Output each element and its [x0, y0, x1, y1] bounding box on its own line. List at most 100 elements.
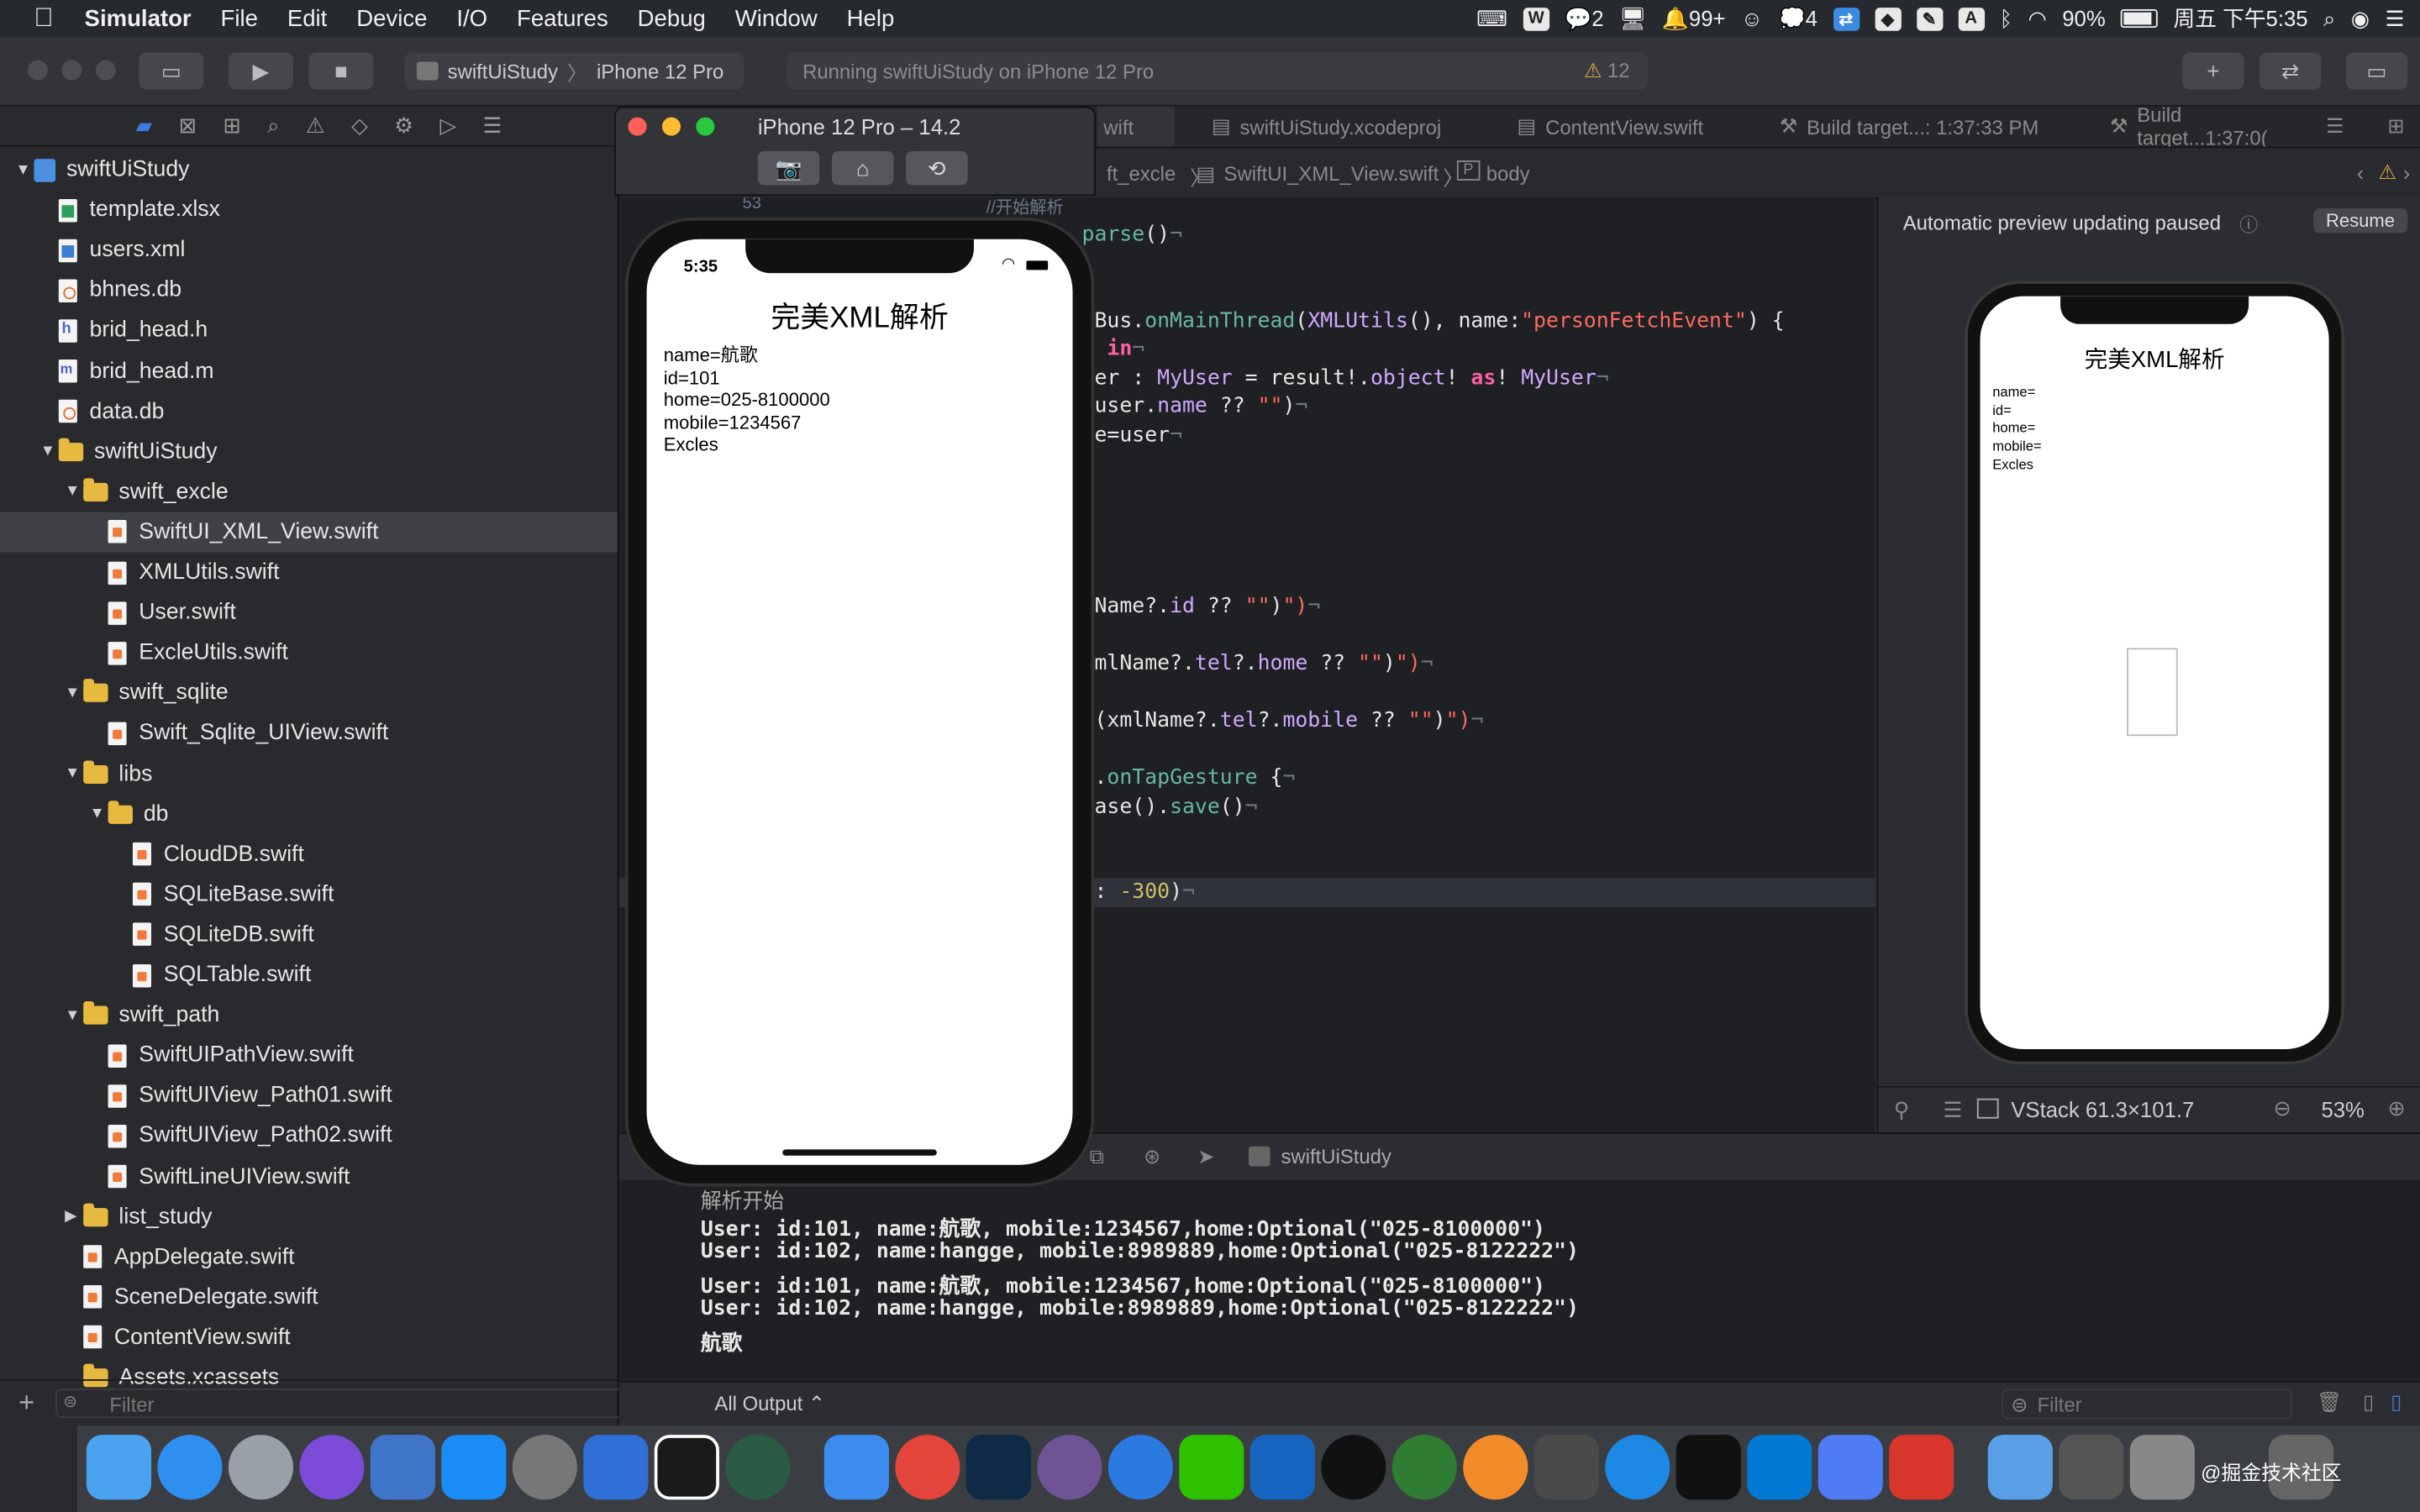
qq-icon[interactable]: [1321, 1435, 1386, 1500]
tab-build-log-1[interactable]: ⚒ Build target...: 1:37:33 PM: [1780, 107, 2039, 147]
iphone-screen[interactable]: 5:35 ◠ 完美XML解析 name=航歌 id=101 home=025-8…: [646, 239, 1073, 1165]
navigator-file[interactable]: XMLUtils.swift: [0, 553, 618, 593]
zoom-in-icon[interactable]: ⊕: [2387, 1095, 2406, 1121]
zoom-level[interactable]: 53%: [2321, 1097, 2364, 1121]
photos-icon[interactable]: [1463, 1435, 1528, 1500]
android-studio-icon[interactable]: [1392, 1435, 1457, 1500]
navigator-file[interactable]: CloudDB.swift: [0, 834, 618, 874]
xcode-icon[interactable]: [370, 1435, 435, 1500]
finder-icon[interactable]: [86, 1435, 152, 1500]
navigator-file[interactable]: SwiftUIPathView.swift: [0, 1036, 618, 1076]
chevron-left-icon[interactable]: ‹: [2357, 160, 2365, 185]
jump-file[interactable]: SwiftUI_XML_View.swift: [1224, 162, 1439, 186]
navigator-group[interactable]: ▼ swiftUiStudy: [0, 432, 618, 472]
split-left-icon[interactable]: ▯: [2363, 1390, 2374, 1415]
zoom-window-button[interactable]: [696, 117, 715, 136]
menu-device[interactable]: Device: [356, 5, 427, 31]
documents-stack-icon[interactable]: [2129, 1435, 2195, 1500]
bluetooth-icon[interactable]: ᛒ: [2000, 6, 2012, 30]
disclosure-open-icon[interactable]: ▼: [15, 161, 34, 178]
notification-icon[interactable]: 🔔99+: [1662, 5, 1726, 31]
navigator-file[interactable]: ContentView.swift: [0, 1317, 618, 1357]
instruments-icon[interactable]: [583, 1435, 649, 1500]
navigator-group[interactable]: ▼ libs: [0, 753, 618, 794]
apple-menu-icon[interactable]: : [34, 3, 53, 34]
info-icon[interactable]: ⓘ: [2239, 212, 2258, 238]
clock[interactable]: 周五 下午5:35: [2174, 3, 2308, 34]
navigator-group[interactable]: ▼ swift_path: [0, 995, 618, 1036]
launchpad-icon[interactable]: [228, 1435, 293, 1500]
input-source-icon[interactable]: A: [1958, 7, 1985, 30]
navigator-file[interactable]: SwiftUI_XML_View.swift: [0, 512, 618, 553]
navigator-group[interactable]: ▼ swift_excle: [0, 472, 618, 512]
inspector-toggle-icon[interactable]: ▭: [2345, 52, 2408, 90]
tab-active[interactable]: wift: [1097, 106, 1175, 147]
jump-folder[interactable]: ft_excle: [1107, 162, 1176, 186]
menu-io[interactable]: I/O: [456, 5, 487, 31]
navigator-file[interactable]: template.xlsx: [0, 190, 618, 230]
display-icon[interactable]: 🖥: [1619, 5, 1647, 31]
photoshop-icon[interactable]: [965, 1435, 1031, 1500]
terminal-icon[interactable]: [1676, 1435, 1741, 1500]
output-selector[interactable]: All Output ⌃: [714, 1392, 824, 1416]
github-icon[interactable]: [1037, 1435, 1102, 1500]
navigator-file[interactable]: SwiftUIView_Path01.swift: [0, 1076, 618, 1116]
navigator-filter-field[interactable]: ⊜ Filter: [55, 1389, 681, 1418]
symbol-icon[interactable]: ⊞: [223, 113, 241, 139]
memory-graph-icon[interactable]: ⊛: [1144, 1145, 1160, 1169]
menu-help[interactable]: Help: [847, 5, 895, 31]
disclosure-open-icon[interactable]: ▼: [65, 483, 83, 500]
location-icon[interactable]: ➤: [1197, 1145, 1214, 1169]
messages-icon[interactable]: 💬2: [1565, 5, 1603, 31]
split-right-icon[interactable]: ▯: [2391, 1390, 2402, 1415]
menu-file[interactable]: File: [221, 5, 258, 31]
navigator-file[interactable]: SceneDelegate.swift: [0, 1277, 618, 1317]
control-center-icon[interactable]: ☰: [2386, 5, 2405, 31]
zoom-window-button[interactable]: [95, 60, 116, 81]
navigator-file[interactable]: data.db: [0, 391, 618, 432]
stop-button[interactable]: ■: [308, 52, 374, 90]
disclosure-open-icon[interactable]: ▼: [65, 1007, 83, 1024]
pen-icon[interactable]: ✎: [1916, 7, 1943, 30]
screen-share-icon[interactable]: [1534, 1435, 1599, 1500]
folder-icon[interactable]: ▰: [136, 113, 153, 139]
menu-debug[interactable]: Debug: [638, 5, 706, 31]
navigator-file[interactable]: SQLTable.swift: [0, 955, 618, 995]
report-icon[interactable]: ☰: [482, 113, 502, 139]
add-file-icon[interactable]: +: [18, 1387, 34, 1420]
scheme-selector[interactable]: swiftUiStudy 〉 iPhone 12 Pro: [404, 52, 744, 90]
menu-app-simulator[interactable]: Simulator: [85, 5, 192, 31]
minimize-window-button[interactable]: [661, 117, 681, 136]
menu-features[interactable]: Features: [517, 5, 608, 31]
navigator-file[interactable]: SwiftLineUIView.swift: [0, 1157, 618, 1197]
spotlight-icon[interactable]: ⌕: [2323, 5, 2335, 31]
trash-icon[interactable]: 🗑: [2317, 1390, 2342, 1415]
teamviewer-icon[interactable]: ⇄: [1833, 7, 1860, 30]
disclosure-open-icon[interactable]: ▼: [90, 806, 108, 822]
xcode-tools-icon[interactable]: [1249, 1435, 1315, 1500]
rotate-icon[interactable]: ⟲: [906, 151, 968, 186]
screenshot-icon[interactable]: 📷: [757, 151, 820, 186]
jump-symbol[interactable]: body: [1486, 162, 1530, 186]
menu-edit[interactable]: Edit: [287, 5, 327, 31]
tab-contentview[interactable]: ▤ ContentView.swift: [1518, 107, 1704, 147]
navigator-file[interactable]: brid_head.m: [0, 351, 618, 391]
navigator-group[interactable]: ▼ swiftUiStudy: [0, 150, 618, 190]
run-button[interactable]: ▶: [228, 52, 293, 90]
editor-options-icon[interactable]: ☰: [2326, 114, 2344, 139]
navigator-group[interactable]: ▼ db: [0, 794, 618, 834]
close-window-button[interactable]: [28, 60, 48, 81]
debug-icon[interactable]: ⚙: [394, 113, 413, 139]
menu-window[interactable]: Window: [735, 5, 818, 31]
preview-screen[interactable]: 完美XML解析 name= id= home= mobile= Excles: [1980, 296, 2329, 1049]
warning-icon[interactable]: ⚠ 12: [1584, 59, 1630, 83]
system-preferences-icon[interactable]: [512, 1435, 577, 1500]
library-add-button[interactable]: +: [2182, 52, 2244, 90]
source-control-icon[interactable]: ⊠: [179, 113, 197, 139]
zoom-out-icon[interactable]: ⊖: [2274, 1095, 2292, 1121]
pin-icon[interactable]: ⚲: [1894, 1097, 1910, 1123]
debug-process[interactable]: swiftUiStudy: [1281, 1145, 1391, 1168]
tab-xcodeproj[interactable]: ▤ swiftUiStudy.xcodeproj: [1212, 107, 1441, 147]
vscode-icon[interactable]: [1747, 1435, 1812, 1500]
sourcetree-icon[interactable]: [725, 1435, 791, 1500]
